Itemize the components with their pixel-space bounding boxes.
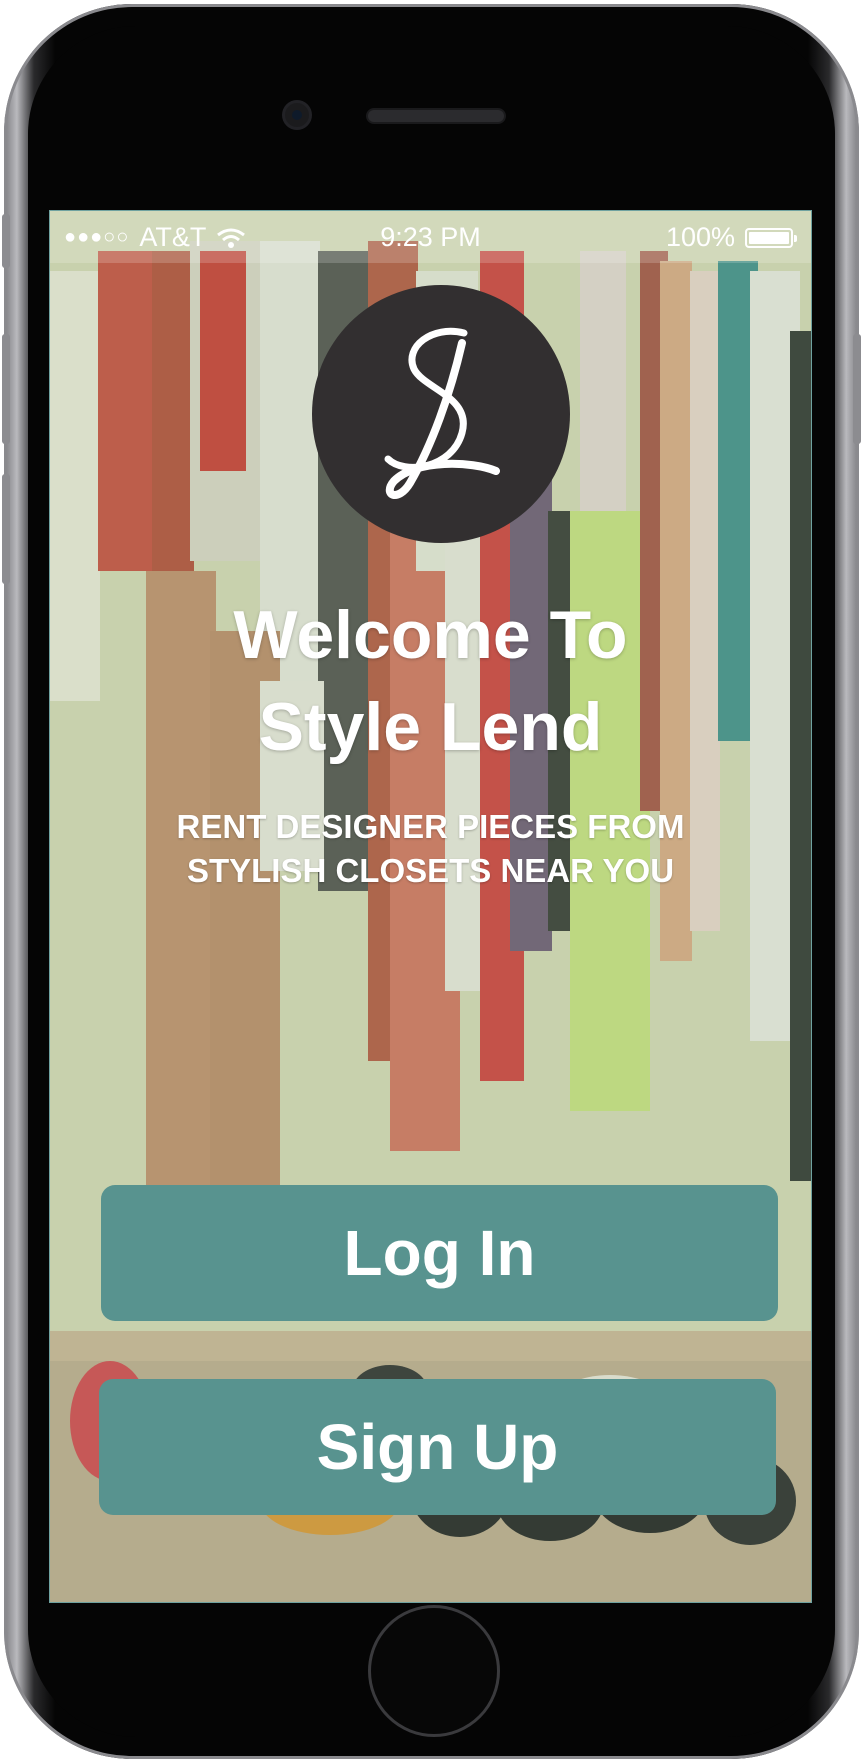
welcome-title-line2: Style Lend (258, 689, 603, 765)
battery-icon (745, 227, 797, 248)
mute-switch (2, 214, 10, 268)
app-screen: ●●●○○ AT&T 9:23 PM 100% Welcome To Style… (49, 210, 812, 1603)
style-lend-logo (312, 285, 570, 543)
welcome-title: Welcome To Style Lend (50, 589, 811, 773)
front-camera-icon (285, 103, 309, 127)
volume-down-button (2, 474, 10, 584)
battery-percent: 100% (665, 222, 735, 252)
welcome-title-line1: Welcome To (233, 597, 628, 673)
sl-monogram-icon (384, 327, 500, 499)
earpiece-speaker (368, 110, 504, 122)
home-button[interactable] (368, 1605, 500, 1737)
signup-button[interactable]: Sign Up (99, 1379, 776, 1515)
welcome-subtitle: RENT DESIGNER PIECES FROM STYLISH CLOSET… (50, 805, 811, 893)
power-button (853, 334, 861, 444)
volume-up-button (2, 334, 10, 444)
login-button[interactable]: Log In (101, 1185, 778, 1321)
welcome-subtitle-line2: STYLISH CLOSETS NEAR YOU (186, 852, 675, 889)
welcome-subtitle-line1: RENT DESIGNER PIECES FROM (176, 808, 685, 845)
status-bar: ●●●○○ AT&T 9:23 PM 100% (50, 211, 811, 263)
